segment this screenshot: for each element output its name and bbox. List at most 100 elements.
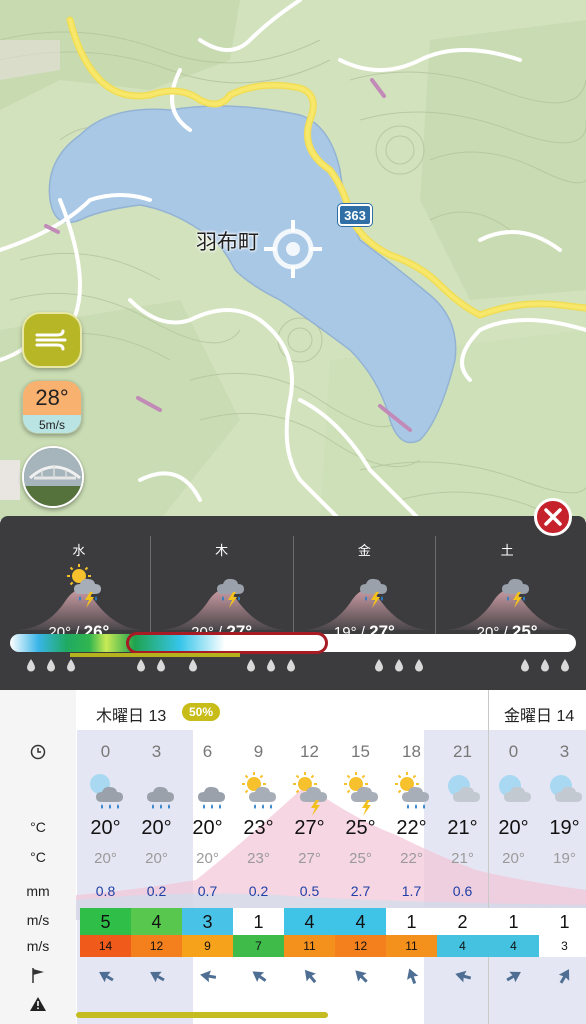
warning-icon[interactable] — [0, 996, 76, 1015]
temperature-value: 23° — [243, 817, 274, 839]
precip-value: 0.2 — [248, 883, 269, 899]
feels-like-value: 20° — [94, 850, 117, 867]
gust-speed-cell: 12 — [335, 935, 386, 957]
day-name: 水 — [72, 543, 86, 558]
precip-value: 0.5 — [299, 883, 320, 899]
precip-value: 0.2 — [146, 883, 167, 899]
gust-speed-cell: 7 — [233, 935, 284, 957]
wind-arrow-icon — [555, 966, 575, 991]
weather-icon — [66, 564, 106, 615]
temperature-value: 20° — [141, 817, 172, 839]
weather-icon — [209, 564, 249, 615]
hour-label: 18 — [402, 742, 421, 761]
hour-column[interactable]: 15 25° 25° 2.7 4 12 — [335, 690, 386, 1024]
hour-column[interactable]: 21 21° 21° 0.6 2 4 — [437, 690, 488, 1024]
hour-column[interactable]: 9 23° 23° 0.2 1 7 — [233, 690, 284, 1024]
hour-label: 9 — [253, 742, 264, 761]
wind-arrow-icon — [351, 966, 371, 991]
weather-icon — [494, 564, 534, 615]
crosshair-icon[interactable] — [264, 220, 322, 278]
precip-value: 0.8 — [95, 883, 116, 899]
temperature-layer-button[interactable]: 28° 5m/s — [22, 380, 82, 434]
feels-like-value: 27° — [298, 850, 321, 867]
close-icon — [544, 508, 562, 526]
day-summary-row: 水 20° / 26° 木 20° / 27° 金 19° / 27° 土 20… — [8, 536, 578, 646]
wind-speed-cell: 3 — [182, 908, 233, 936]
hour-label: 3 — [151, 742, 162, 761]
gust-speed-cell: 4 — [488, 935, 539, 957]
feels-like-row-label: °C — [30, 849, 46, 865]
hour-column[interactable]: 12 27° 27° 0.5 4 11 — [284, 690, 335, 1024]
feels-like-value: 20° — [502, 850, 525, 867]
gust-speed-cell: 4 — [437, 935, 488, 957]
map-view[interactable]: 363 羽布町 28° 5m/s — [0, 0, 586, 520]
weather-icon — [139, 772, 179, 823]
raindrop-icon — [46, 658, 56, 677]
precip-value: 2.7 — [350, 883, 371, 899]
feels-like-value: 20° — [196, 850, 219, 867]
temperature-value: 28° — [23, 381, 81, 415]
hourly-forecast-table[interactable]: °C °C mm m/s m/s 木曜日 13 50% 金曜日 14 0 20°… — [0, 690, 586, 1024]
hour-label: 15 — [351, 742, 370, 761]
hour-column[interactable]: 3 19° 19° 1 3 — [539, 690, 586, 1024]
day-card[interactable]: 木 20° / 27° — [151, 536, 294, 646]
timeline-probability-line — [70, 653, 240, 657]
hour-label: 0 — [508, 742, 519, 761]
webcam-thumbnail[interactable] — [22, 446, 84, 508]
selected-day-range[interactable] — [126, 632, 328, 654]
weather-icon — [190, 772, 230, 823]
hour-label: 0 — [100, 742, 111, 761]
wind-speed-cell: 1 — [539, 908, 586, 936]
raindrop-icon — [136, 658, 146, 677]
row-label-column: °C °C mm m/s m/s — [0, 690, 76, 1024]
feels-like-value: 21° — [451, 850, 474, 867]
hour-column[interactable]: 0 20° 20° 0.8 5 14 — [80, 690, 131, 1024]
route-number-shield: 363 — [338, 204, 372, 226]
wind-speed-cell: 5 — [80, 908, 131, 936]
wind-speed-cell: 4 — [284, 908, 335, 936]
weather-icon — [343, 772, 383, 823]
timeline-bar[interactable] — [10, 632, 576, 657]
temperature-value: 20° — [498, 817, 529, 839]
wind-speed-cell: 4 — [335, 908, 386, 936]
raindrop-icon — [266, 658, 276, 677]
feels-like-value: 22° — [400, 850, 423, 867]
forecast-summary-panel: 水 20° / 26° 木 20° / 27° 金 19° / 27° 土 20… — [0, 498, 586, 690]
day-card[interactable]: 金 19° / 27° — [294, 536, 437, 646]
hour-column[interactable]: 6 20° 20° 0.7 3 9 — [182, 690, 233, 1024]
close-button[interactable] — [534, 498, 572, 536]
wind-arrow-icon — [300, 966, 320, 991]
temperature-value: 22° — [396, 817, 427, 839]
raindrop-icon — [246, 658, 256, 677]
raindrop-icon — [66, 658, 76, 677]
hour-label: 21 — [453, 742, 472, 761]
hour-column[interactable]: 3 20° 20° 0.2 4 12 — [131, 690, 182, 1024]
weather-icon — [547, 772, 586, 823]
wind-arrow-icon — [249, 966, 269, 991]
wind-layer-button[interactable] — [22, 312, 82, 368]
day-card[interactable]: 水 20° / 26° — [8, 536, 151, 646]
raindrop-icon — [188, 658, 198, 677]
raindrop-icon — [374, 658, 384, 677]
gust-speed-cell: 3 — [539, 935, 586, 957]
place-name-label: 羽布町 — [196, 230, 259, 254]
raindrop-icon — [560, 658, 570, 677]
precip-value: 1.7 — [401, 883, 422, 899]
day-card[interactable]: 土 20° / 25° — [436, 536, 578, 646]
raindrop-icon — [394, 658, 404, 677]
raindrop-icon — [156, 658, 166, 677]
weather-icon — [241, 772, 281, 823]
wind-speed-cell: 1 — [233, 908, 284, 936]
hour-column[interactable]: 0 20° 20° 1 4 — [488, 690, 539, 1024]
feels-like-value: 19° — [553, 850, 576, 867]
raindrop-icon — [540, 658, 550, 677]
temperature-value: 20° — [90, 817, 121, 839]
hour-label: 12 — [300, 742, 319, 761]
raindrop-icon — [520, 658, 530, 677]
wind-speed-cell: 2 — [437, 908, 488, 936]
gust-speed-cell: 12 — [131, 935, 182, 957]
gust-speed-cell: 11 — [284, 935, 335, 957]
hour-column[interactable]: 18 22° 22° 1.7 1 11 — [386, 690, 437, 1024]
wind-arrow-icon — [402, 966, 422, 991]
weather-icon — [292, 772, 332, 823]
